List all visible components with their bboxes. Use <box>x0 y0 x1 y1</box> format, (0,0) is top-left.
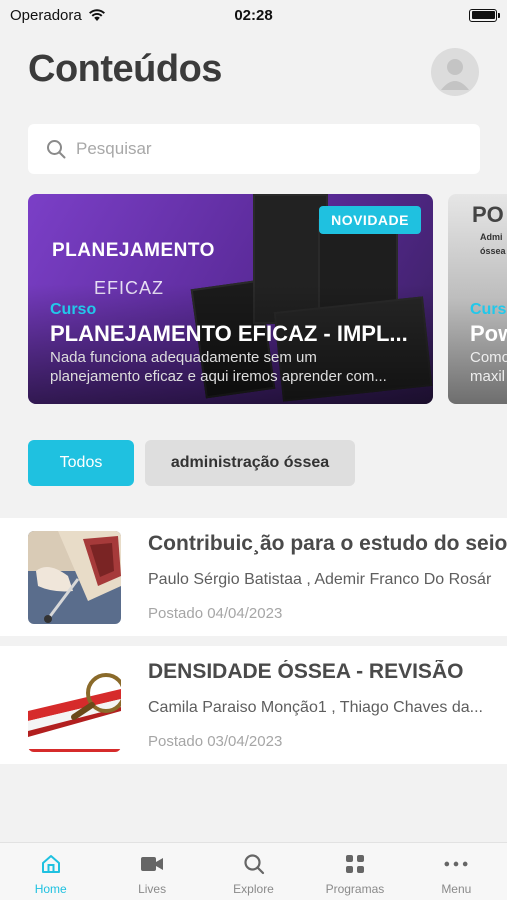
item-thumbnail <box>28 659 121 752</box>
more-dots-icon <box>444 852 468 876</box>
user-icon <box>441 59 469 90</box>
tab-home[interactable]: Home <box>0 843 101 900</box>
filter-chip-administracao-ossea[interactable]: administração óssea <box>145 440 355 486</box>
card-title: PLANEJAMENTO EFICAZ - IMPL... <box>50 321 408 346</box>
status-time: 02:28 <box>234 6 273 24</box>
card-next-art-line-2: óssea <box>480 246 506 256</box>
tab-lives[interactable]: Lives <box>101 843 202 900</box>
card-next-desc-line-1: Como <box>470 349 507 366</box>
battery-icon <box>469 8 500 22</box>
status-left: Operadora <box>10 7 106 24</box>
course-card-next[interactable]: PO Admi óssea Curso Pow Como maxil <box>448 194 507 404</box>
item-authors: Camila Paraiso Monção1 , Thiago Chaves d… <box>148 699 483 716</box>
card-next-art-text: Admi óssea <box>480 230 506 258</box>
card-next-logo: PO <box>472 202 504 227</box>
search-icon <box>47 140 66 159</box>
item-thumbnail <box>28 531 121 624</box>
item-date: Postado 04/04/2023 <box>148 605 283 622</box>
filter-chip-todos[interactable]: Todos <box>28 440 134 486</box>
card-next-type-label: Curso <box>470 301 507 318</box>
search-input[interactable] <box>76 139 436 159</box>
status-bar: Operadora 02:28 <box>0 0 507 30</box>
tab-menu[interactable]: Menu <box>406 843 507 900</box>
tab-lives-label: Lives <box>138 882 167 896</box>
list-item[interactable]: DENSIDADE ÓSSEA - REVISÃO Camila Paraiso… <box>0 646 507 764</box>
list-item[interactable]: Contribuic¸ão para o estudo do seio m Pa… <box>0 518 507 636</box>
bottom-tab-bar: Home Lives Explore Programas Menu <box>0 842 507 900</box>
item-authors: Paulo Sérgio Batistaa , Ademir Franco Do… <box>148 571 492 588</box>
card-next-description: Como maxil <box>470 348 507 386</box>
search-bar[interactable] <box>28 124 480 174</box>
card-next-title: Pow <box>470 321 507 346</box>
home-icon <box>39 852 63 876</box>
card-next-art-line-1: Admi <box>480 232 503 242</box>
tab-menu-label: Menu <box>441 882 472 896</box>
item-title: Contribuic¸ão para o estudo do seio m <box>148 532 507 555</box>
card-description: Nada funciona adequadamente sem um plane… <box>50 349 387 385</box>
tab-programas-label: Programas <box>325 882 385 896</box>
card-art-title: PLANEJAMENTO <box>52 240 215 261</box>
tab-programas[interactable]: Programas <box>304 843 405 900</box>
carrier-label: Operadora <box>10 6 82 24</box>
tab-explore-label: Explore <box>233 882 274 896</box>
search-icon <box>242 852 266 876</box>
grid-icon <box>343 852 367 876</box>
tab-home-label: Home <box>34 882 67 896</box>
wifi-icon <box>88 9 105 21</box>
page-title: Conteúdos <box>28 48 222 90</box>
card-next-desc-line-2: maxil <box>470 368 506 385</box>
tab-explore[interactable]: Explore <box>203 843 304 900</box>
item-date: Postado 03/04/2023 <box>148 733 283 750</box>
course-card[interactable]: PLANEJAMENTO EFICAZ NOVIDADE Curso PLANE… <box>28 194 433 404</box>
card-type-label: Curso <box>50 301 97 318</box>
new-badge: NOVIDADE <box>319 206 421 234</box>
avatar[interactable] <box>431 48 479 96</box>
item-title: DENSIDADE ÓSSEA - REVISÃO <box>148 660 464 683</box>
video-camera-icon <box>140 852 164 876</box>
